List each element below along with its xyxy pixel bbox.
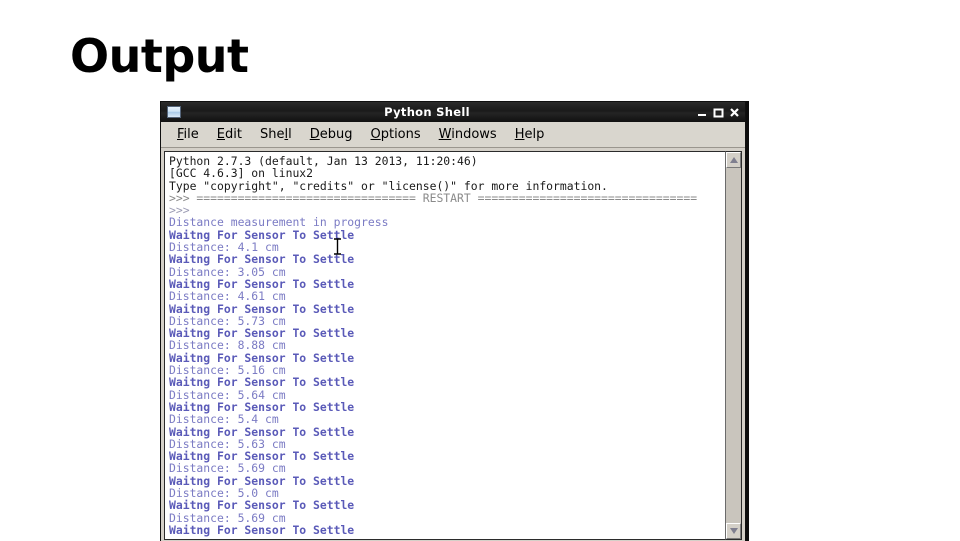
menu-item-windows[interactable]: Windows xyxy=(430,125,506,144)
menu-item-file[interactable]: File xyxy=(168,125,208,144)
console-line: Waitng For Sensor To Settle xyxy=(169,522,355,537)
scroll-up-button[interactable] xyxy=(726,152,741,168)
triangle-down-icon xyxy=(729,528,738,534)
close-icon[interactable] xyxy=(728,106,741,119)
window-titlebar[interactable]: Python Shell xyxy=(161,102,745,122)
window-title: Python Shell xyxy=(384,105,470,119)
console-line: Waitng For Sensor To Settle xyxy=(169,424,355,439)
page-title: Output xyxy=(70,29,249,83)
console-line: Distance: 8.88 cm xyxy=(169,338,286,353)
menu-item-options[interactable]: Options xyxy=(361,125,429,144)
console-line: Distance: 5.69 cm xyxy=(169,461,286,476)
scroll-down-button[interactable] xyxy=(726,523,741,539)
console-area: Python 2.7.3 (default, Jan 13 2013, 11:2… xyxy=(161,148,745,540)
console-line: Waitng For Sensor To Settle xyxy=(169,252,355,267)
vertical-scrollbar[interactable] xyxy=(725,151,742,540)
python-shell-window: Python Shell File Edit Shell Debug Options Wi… xyxy=(160,101,746,541)
console-line: Distance: 4.61 cm xyxy=(169,289,286,304)
menubar: File Edit Shell Debug Options Windows Help xyxy=(161,122,745,148)
triangle-up-icon xyxy=(729,157,738,163)
console-text-output[interactable]: Python 2.7.3 (default, Jan 13 2013, 11:2… xyxy=(164,151,725,540)
console-line: Waitng For Sensor To Settle xyxy=(169,375,355,390)
maximize-icon[interactable] xyxy=(712,106,725,119)
console-line: Distance: 5.4 cm xyxy=(169,412,279,427)
console-line: Waitng For Sensor To Settle xyxy=(169,301,355,316)
console-line: Distance measurement in progress xyxy=(169,215,389,230)
menu-item-shell[interactable]: Shell xyxy=(251,125,301,144)
minimize-icon[interactable] xyxy=(696,106,709,119)
scrollbar-track[interactable] xyxy=(726,168,741,523)
menu-item-help[interactable]: Help xyxy=(506,125,554,144)
console-line: [GCC 4.6.3] on linux2 xyxy=(169,166,314,181)
window-drop-shadow xyxy=(746,101,749,541)
console-line: Waitng For Sensor To Settle xyxy=(169,498,355,513)
menu-item-debug[interactable]: Debug xyxy=(301,125,362,144)
console-line: >>> ================================ RES… xyxy=(169,190,698,205)
menu-item-edit[interactable]: Edit xyxy=(208,125,251,144)
